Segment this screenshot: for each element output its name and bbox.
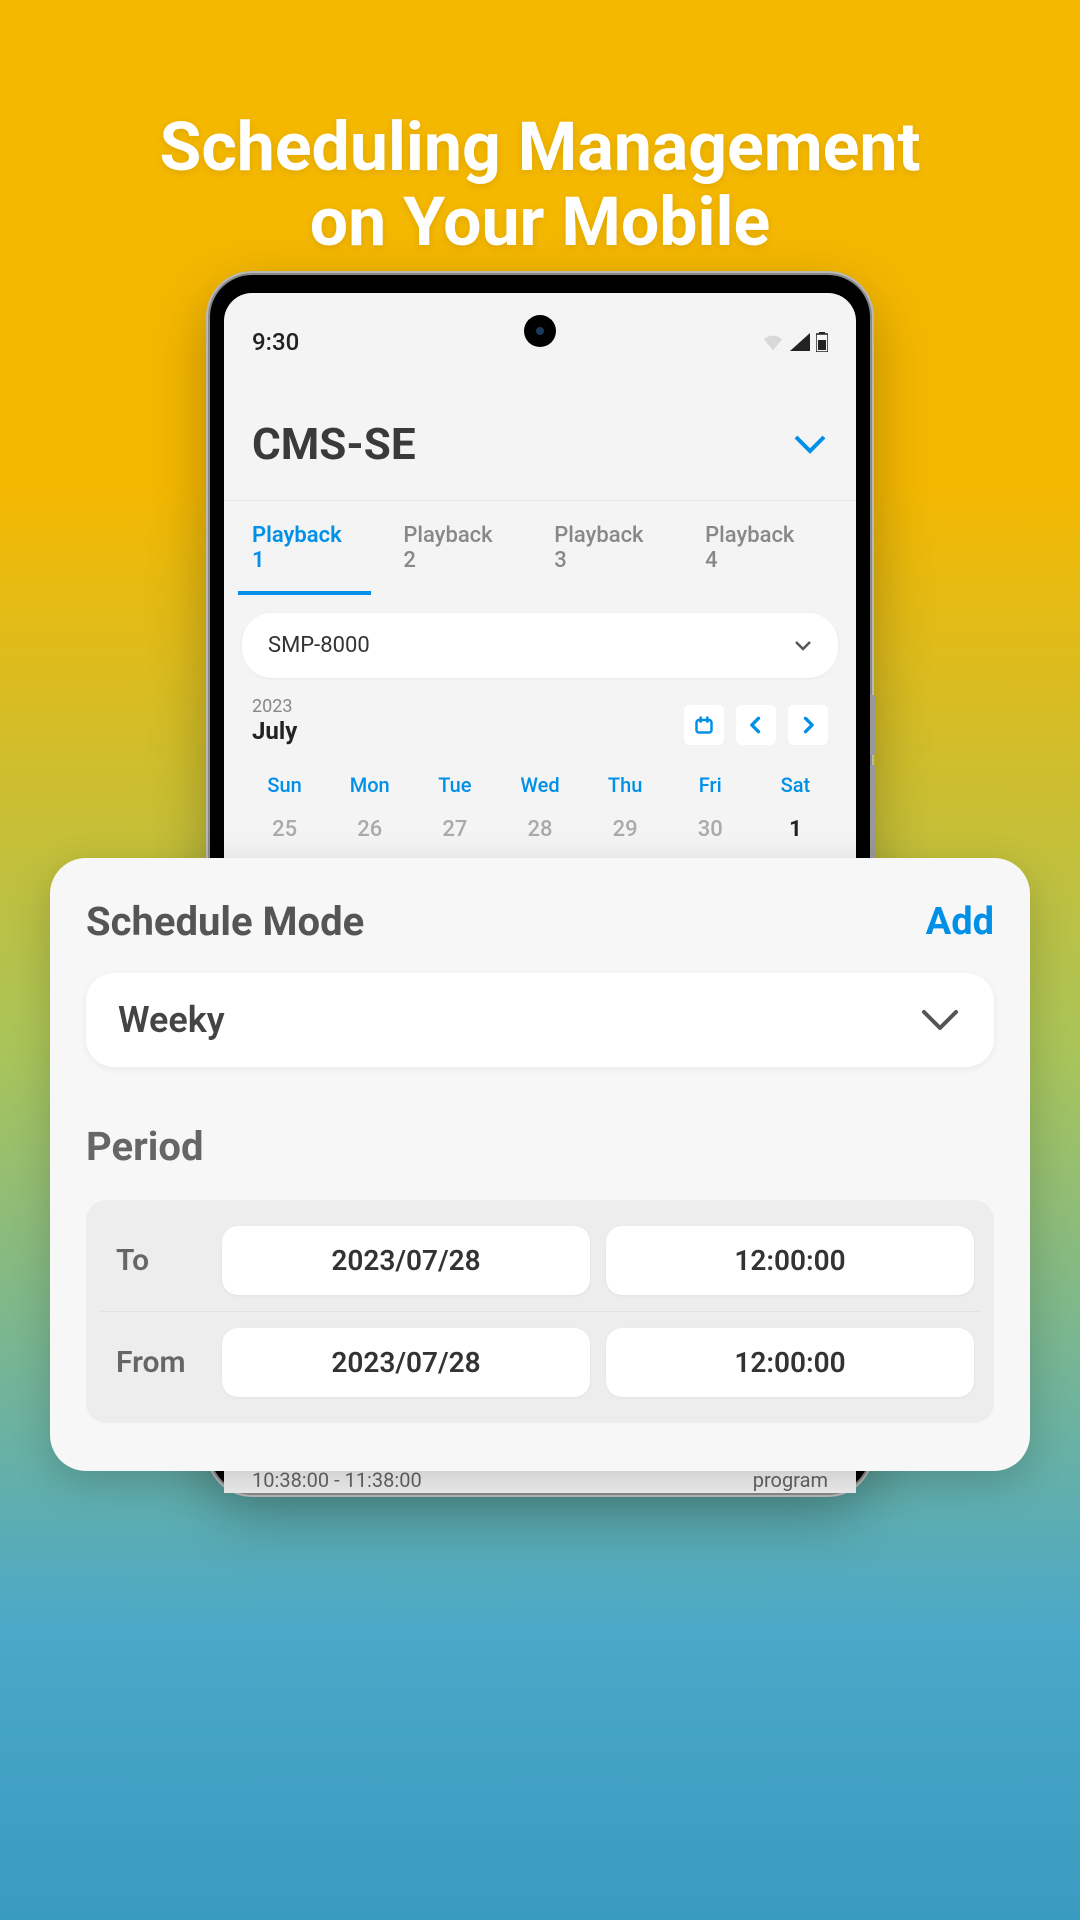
hero-line1: Scheduling Management bbox=[159, 107, 920, 187]
mode-select[interactable]: Weeky bbox=[86, 973, 994, 1067]
app-header: CMS-SE bbox=[224, 363, 856, 500]
tab-playback-3[interactable]: Playback 3 bbox=[540, 501, 673, 595]
chevron-down-icon bbox=[794, 640, 812, 652]
cal-day[interactable]: 25 bbox=[242, 811, 327, 848]
tabs: Playback 1 Playback 2 Playback 3 Playbac… bbox=[224, 500, 856, 595]
period-label-to: To bbox=[106, 1243, 206, 1278]
calendar-today-button[interactable] bbox=[684, 705, 724, 745]
dow-mon: Mon bbox=[327, 767, 412, 803]
status-time: 9:30 bbox=[252, 328, 299, 356]
period-row-from: From 2023/07/28 12:00:00 bbox=[100, 1311, 980, 1405]
app-title: CMS-SE bbox=[252, 418, 416, 470]
schedule-timerange: 10:38:00 - 11:38:00 bbox=[252, 1468, 422, 1492]
device-selected-label: SMP-8000 bbox=[268, 633, 370, 658]
from-date-input[interactable]: 2023/07/28 bbox=[222, 1328, 590, 1397]
wifi-icon bbox=[762, 333, 784, 351]
sheet-title: Schedule Mode bbox=[86, 898, 364, 945]
camera-notch bbox=[524, 315, 556, 347]
period-row-to: To 2023/07/28 12:00:00 bbox=[100, 1218, 980, 1303]
calendar-year: 2023 bbox=[252, 696, 297, 717]
hero-title: Scheduling Management on Your Mobile bbox=[0, 0, 1080, 260]
add-button[interactable]: Add bbox=[926, 900, 994, 944]
to-date-input[interactable]: 2023/07/28 bbox=[222, 1226, 590, 1295]
signal-icon bbox=[790, 333, 810, 351]
dow-sun: Sun bbox=[242, 767, 327, 803]
cal-day[interactable]: 26 bbox=[327, 811, 412, 848]
calendar-month: July bbox=[252, 717, 297, 745]
dow-fri: Fri bbox=[668, 767, 753, 803]
chevron-right-icon bbox=[798, 715, 818, 735]
calendar-grid: Sun Mon Tue Wed Thu Fri Sat 25 26 27 28 … bbox=[224, 755, 856, 868]
chevron-down-icon[interactable] bbox=[792, 433, 828, 455]
calendar-header: 2023 July bbox=[224, 678, 856, 755]
phone-side-button-1 bbox=[870, 695, 876, 755]
chevron-down-icon bbox=[918, 1006, 962, 1034]
device-select[interactable]: SMP-8000 bbox=[242, 613, 838, 678]
cal-day[interactable]: 28 bbox=[497, 811, 582, 848]
dow-sat: Sat bbox=[753, 767, 838, 803]
calendar-icon bbox=[694, 715, 714, 735]
dow-thu: Thu bbox=[583, 767, 668, 803]
period-label-from: From bbox=[106, 1345, 206, 1380]
period-title: Period bbox=[86, 1123, 994, 1170]
cal-day[interactable]: 1 bbox=[753, 811, 838, 848]
schedule-mode-sheet: Schedule Mode Add Weeky Period To 2023/0… bbox=[50, 858, 1030, 1471]
battery-icon bbox=[816, 332, 828, 352]
hero-line2: on Your Mobile bbox=[310, 182, 771, 262]
tab-playback-2[interactable]: Playback 2 bbox=[389, 501, 522, 595]
schedule-program: program bbox=[753, 1468, 828, 1492]
cal-day[interactable]: 27 bbox=[412, 811, 497, 848]
from-time-input[interactable]: 12:00:00 bbox=[606, 1328, 974, 1397]
cal-day[interactable]: 30 bbox=[668, 811, 753, 848]
tab-playback-1[interactable]: Playback 1 bbox=[238, 501, 371, 595]
dow-tue: Tue bbox=[412, 767, 497, 803]
cal-day[interactable]: 29 bbox=[583, 811, 668, 848]
mode-selected-label: Weeky bbox=[118, 999, 225, 1041]
calendar-next-button[interactable] bbox=[788, 705, 828, 745]
to-time-input[interactable]: 12:00:00 bbox=[606, 1226, 974, 1295]
period-box: To 2023/07/28 12:00:00 From 2023/07/28 1… bbox=[86, 1200, 994, 1423]
chevron-left-icon bbox=[746, 715, 766, 735]
tab-playback-4[interactable]: Playback 4 bbox=[691, 501, 824, 595]
dow-wed: Wed bbox=[497, 767, 582, 803]
calendar-prev-button[interactable] bbox=[736, 705, 776, 745]
